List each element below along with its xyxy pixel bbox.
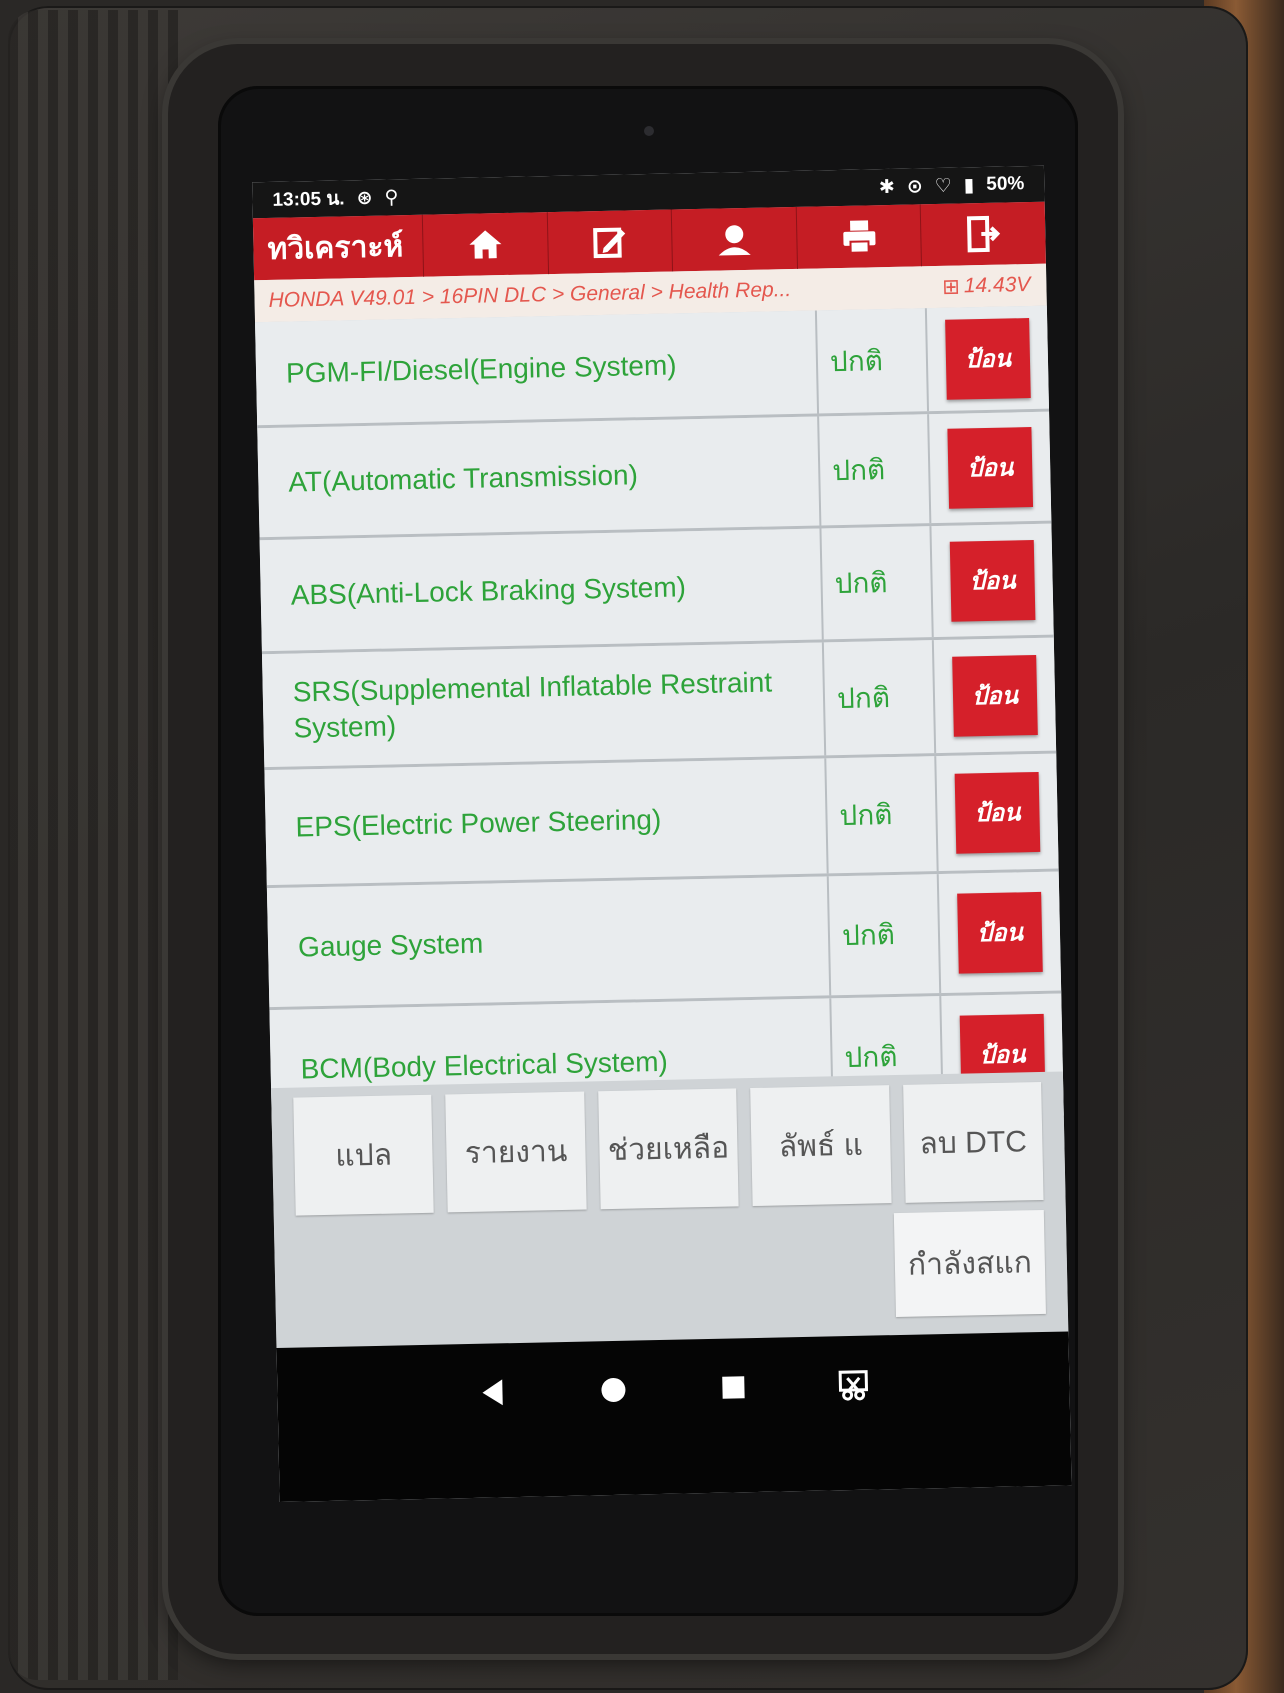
table-row: PGM-FI/Diesel(Engine System) ปกติ ป้อน <box>255 305 1050 429</box>
help-button[interactable]: ช่วยเหลือ <box>598 1088 739 1210</box>
exit-icon <box>967 215 1001 253</box>
system-name: ABS(Anti-Lock Braking System) <box>259 528 824 652</box>
results-button[interactable]: ลัพธ์ แ <box>750 1085 892 1207</box>
clear-dtc-button[interactable]: ลบ DTC <box>902 1081 1044 1203</box>
system-name: SRS(Supplemental Inflatable Restraint Sy… <box>261 642 827 768</box>
system-status: ปกติ <box>821 526 934 640</box>
enter-button[interactable]: ป้อน <box>947 426 1034 509</box>
table-row: ABS(Anti-Lock Braking System) ปกติ ป้อน <box>259 523 1054 655</box>
report-button[interactable]: รายงาน <box>445 1091 587 1213</box>
system-status: ปกติ <box>816 308 930 414</box>
battery-icon: ▮ <box>963 174 975 196</box>
enter-button[interactable]: ป้อน <box>954 771 1041 854</box>
user-button[interactable] <box>671 206 798 272</box>
recents-icon[interactable] <box>716 1370 751 1405</box>
system-table: PGM-FI/Diesel(Engine System) ปกติ ป้อน A… <box>255 305 1064 1133</box>
page-title: ทวิเคราะห์ <box>252 214 425 281</box>
system-name: EPS(Electric Power Steering) <box>264 758 829 886</box>
breadcrumb-path: HONDA V49.01 > 16PIN DLC > General > Hea… <box>268 278 792 312</box>
front-camera <box>644 126 654 136</box>
enter-button[interactable]: ป้อน <box>952 654 1038 737</box>
car-battery-icon: ⊞ <box>942 274 961 299</box>
tablet-screen: 13:05 น. ⊛ ⚲ ✱ ⊙ ♡ ▮ 50% ทวิเคราะห์ HOND… <box>252 165 1072 1503</box>
user-icon <box>718 225 751 256</box>
print-icon <box>842 220 876 254</box>
table-row: Gauge System ปกติ ป้อน <box>266 871 1062 1011</box>
screenshot-icon[interactable] <box>836 1368 871 1403</box>
table-row: AT(Automatic Transmission) ปกติ ป้อน <box>257 411 1052 541</box>
system-name: Gauge System <box>266 876 832 1008</box>
enter-button[interactable]: ป้อน <box>949 539 1036 622</box>
system-name: PGM-FI/Diesel(Engine System) <box>255 310 820 426</box>
back-icon[interactable] <box>476 1375 511 1410</box>
wifi-icon: ♡ <box>934 175 953 197</box>
system-status: ปกติ <box>819 414 932 526</box>
edit-button[interactable] <box>547 209 674 275</box>
function-panel: แปล รายงาน ช่วยเหลือ ลัพธ์ แ ลบ DTC กำลั… <box>271 1071 1069 1349</box>
print-button[interactable] <box>796 204 923 269</box>
case-grip-ridges <box>8 10 178 1680</box>
bluetooth-icon: ✱ <box>878 176 896 198</box>
voltage-value: 14.43V <box>963 273 1031 298</box>
edit-icon <box>593 227 626 259</box>
home-icon <box>469 230 502 259</box>
table-row: SRS(Supplemental Inflatable Restraint Sy… <box>261 637 1057 771</box>
table-row: EPS(Electric Power Steering) ปกติ ป้อน <box>264 753 1059 889</box>
usb-icon: ⚲ <box>384 186 399 209</box>
translate-button[interactable]: แปล <box>293 1094 435 1216</box>
enter-button[interactable]: ป้อน <box>957 891 1043 974</box>
voltage-readout: ⊞ 14.43V <box>942 273 1031 300</box>
exit-button[interactable] <box>921 202 1046 267</box>
home-nav-icon[interactable] <box>596 1373 631 1408</box>
home-button[interactable] <box>422 212 549 277</box>
scanning-button[interactable]: กำลังสแก <box>893 1209 1046 1318</box>
system-status: ปกติ <box>826 756 939 874</box>
notification-icon: ⊛ <box>356 187 373 209</box>
android-nav-bar <box>276 1331 1072 1503</box>
status-time: 13:05 น. <box>272 188 345 211</box>
location-icon: ⊙ <box>906 175 923 198</box>
system-status: ปกติ <box>828 874 942 996</box>
system-name: AT(Automatic Transmission) <box>257 416 822 538</box>
battery-level: 50% <box>986 173 1025 195</box>
system-status: ปกติ <box>823 640 937 756</box>
enter-button[interactable]: ป้อน <box>945 317 1031 400</box>
